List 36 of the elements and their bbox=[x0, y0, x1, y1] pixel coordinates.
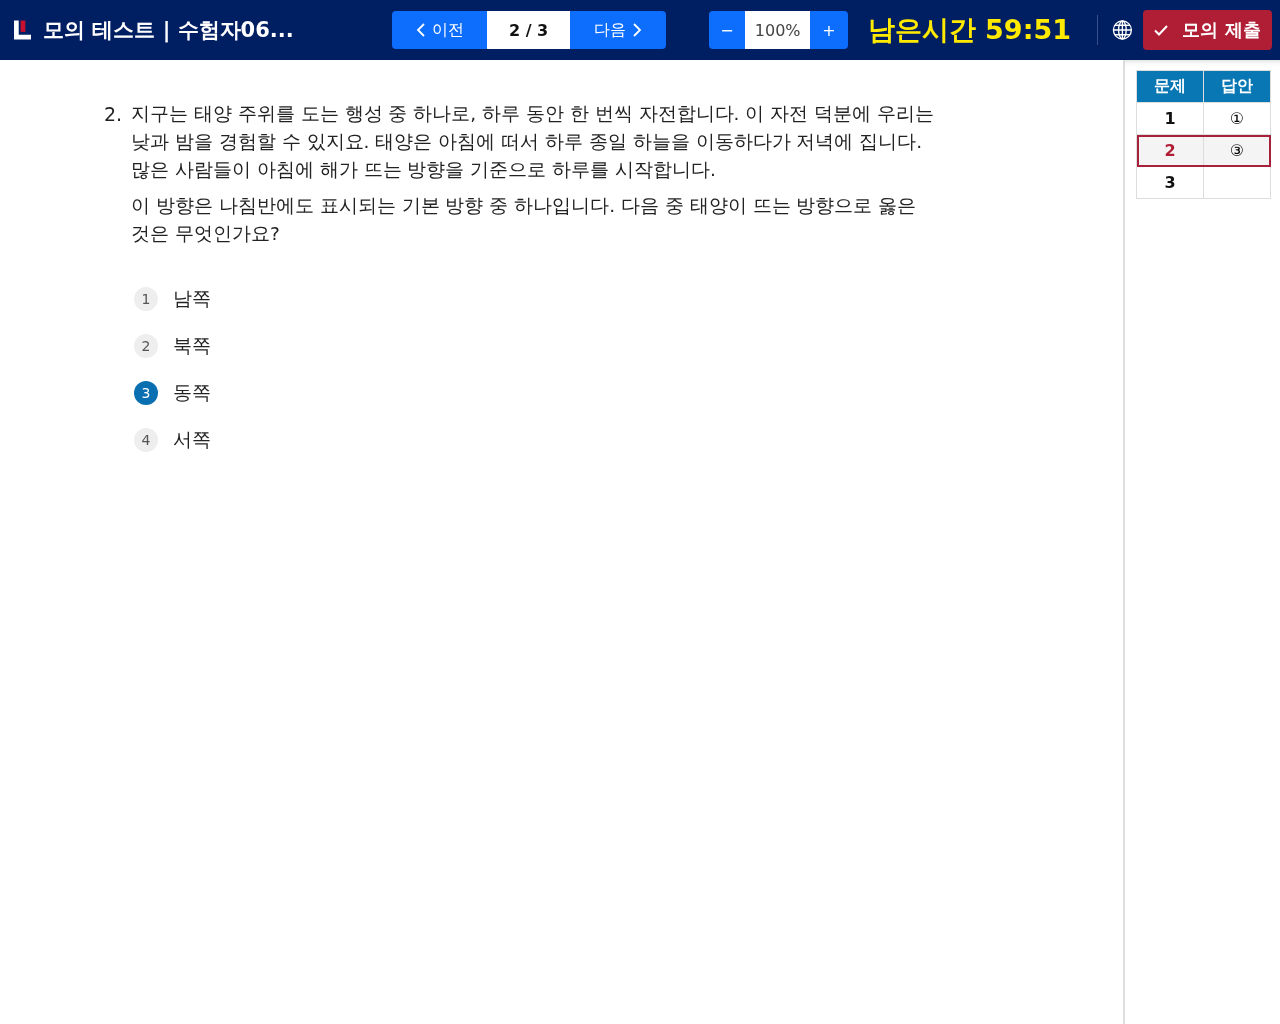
question-cell: 3 bbox=[1136, 166, 1204, 199]
logo-icon bbox=[14, 20, 31, 40]
previous-button[interactable]: 이전 bbox=[392, 11, 488, 49]
question-cell: 2 bbox=[1136, 134, 1204, 167]
exam-title: 모의 테스트 | 수험자06... bbox=[43, 17, 295, 44]
question-number: 2. bbox=[104, 102, 124, 127]
answer-cell: ③ bbox=[1203, 134, 1271, 167]
submit-button[interactable]: 모의 제출 bbox=[1142, 10, 1272, 50]
chevron-right-icon bbox=[631, 22, 642, 38]
answer-cell: ① bbox=[1203, 102, 1271, 135]
remaining-time: 남은시간 59:51 bbox=[867, 13, 1071, 47]
option-number: 4 bbox=[134, 428, 158, 452]
question-text: 지구는 태양 주위를 도는 행성 중 하나로, 하루 동안 한 번씩 자전합니다. 이 자전 덕분에 우리는 낮과 밤을 경험할 수 있지요. 태양은 아침에 떠서 하루 종일 하늘을 이동하다가 저녁에 집니다. 많은 사람들이 아침에 해가 뜨는 방향을 기준으로 하루를 시작합니다. bbox=[131, 102, 934, 182]
column-header: 답안 bbox=[1203, 70, 1271, 103]
column-header: 문제 bbox=[1136, 70, 1204, 103]
answer-option[interactable]: 3 동쪽 bbox=[134, 380, 211, 406]
next-button[interactable]: 다음 bbox=[570, 11, 666, 49]
answer-cell bbox=[1203, 166, 1271, 199]
answer-option[interactable]: 1 남쪽 bbox=[134, 286, 211, 312]
zoom-out-button[interactable]: − bbox=[708, 11, 745, 49]
answer-row[interactable]: 1 ① bbox=[1136, 102, 1271, 135]
check-icon bbox=[1154, 24, 1169, 36]
zoom-level: 100% bbox=[745, 11, 811, 49]
page-indicator: 2 / 3 bbox=[487, 11, 570, 49]
question-text: 이 방향은 나침반에도 표시되는 기본 방향 중 하나입니다. 다음 중 태양이 뜨는 방향으로 옳은 것은 무엇인가요? bbox=[131, 194, 918, 246]
option-number: 2 bbox=[134, 334, 158, 358]
question-cell: 1 bbox=[1136, 102, 1204, 135]
answer-option[interactable]: 4 서쪽 bbox=[134, 427, 211, 453]
answer-row[interactable]: 2 ③ bbox=[1136, 134, 1271, 167]
globe-icon[interactable] bbox=[1111, 19, 1133, 41]
option-number: 3 bbox=[134, 381, 158, 405]
answer-option[interactable]: 2 북쪽 bbox=[134, 333, 211, 359]
answer-row[interactable]: 3 bbox=[1136, 166, 1271, 199]
option-number: 1 bbox=[134, 287, 158, 311]
chevron-left-icon bbox=[415, 22, 426, 38]
zoom-in-button[interactable]: + bbox=[810, 11, 848, 49]
